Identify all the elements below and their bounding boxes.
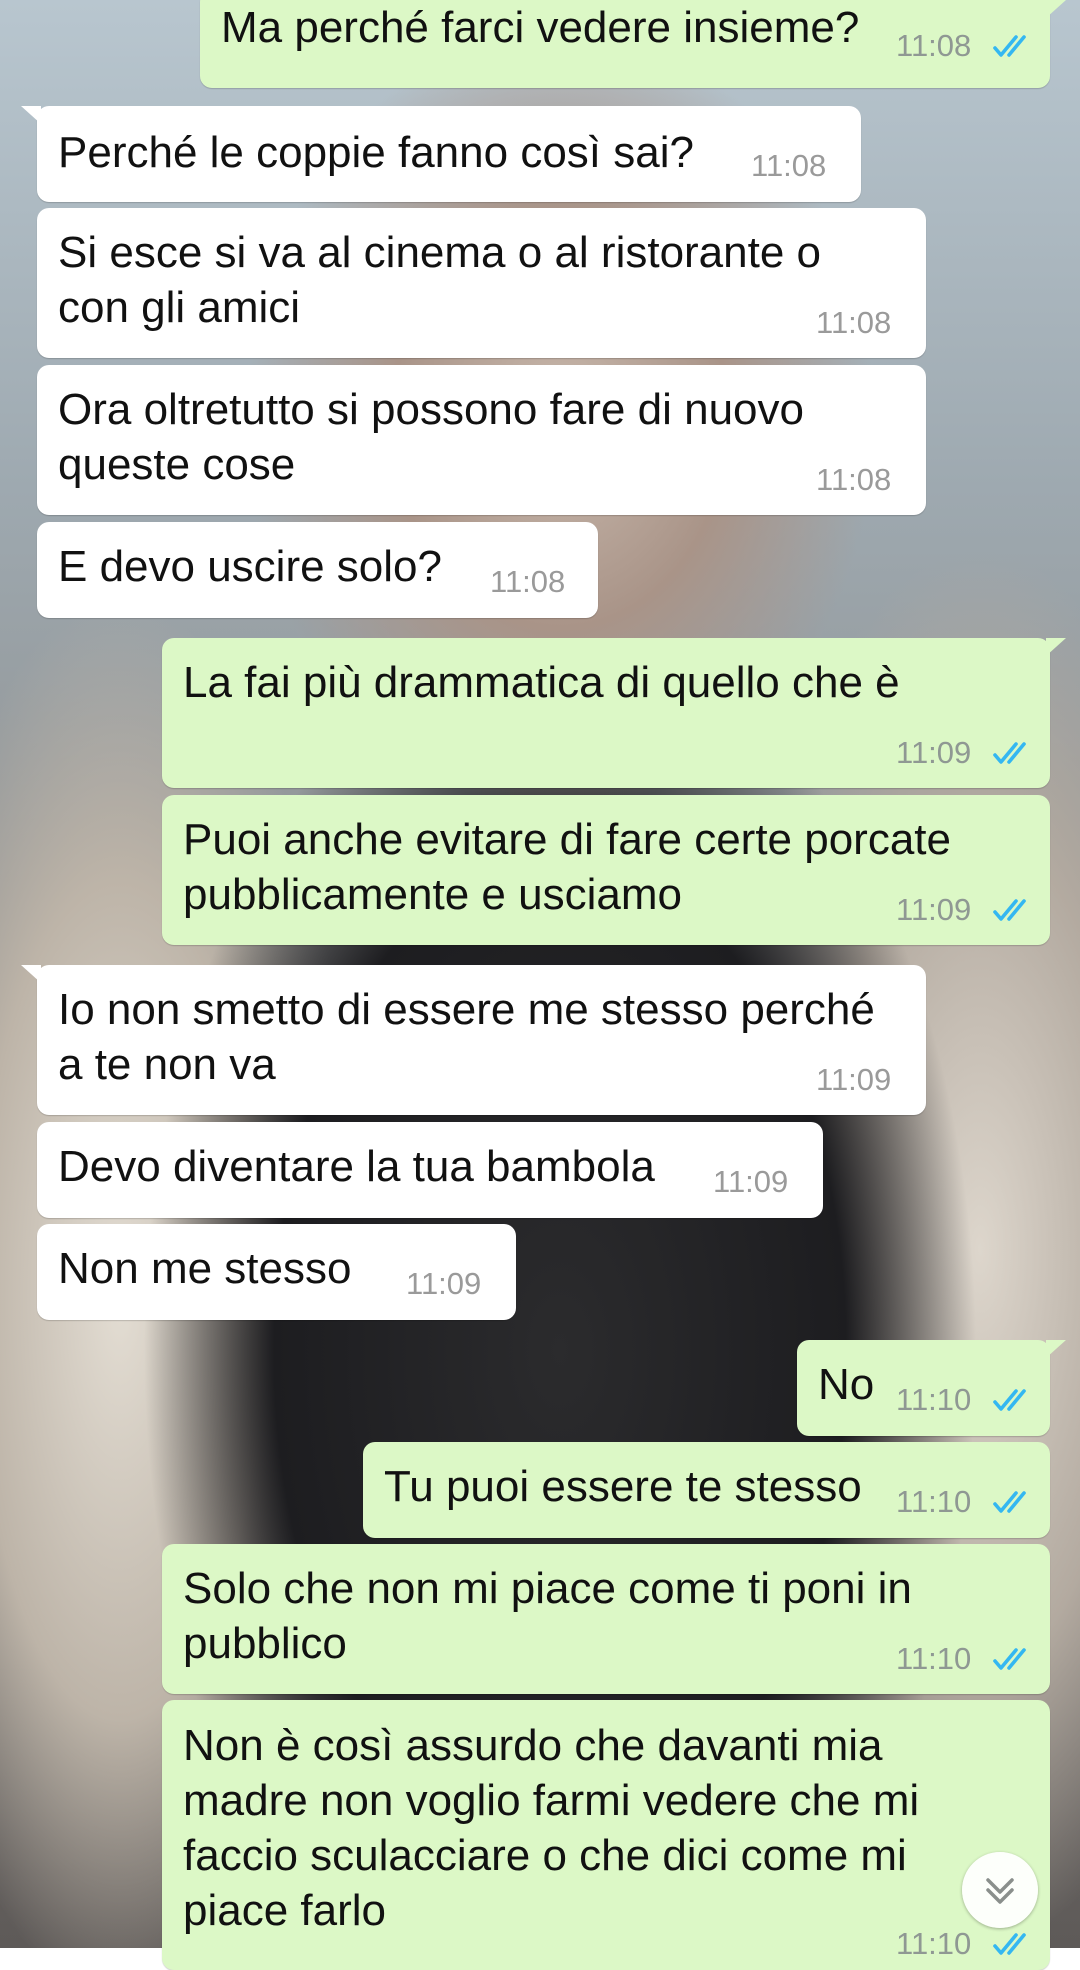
- message-time: 11:10: [896, 1641, 972, 1676]
- message-time: 11:10: [896, 1484, 972, 1519]
- double-check-icon: [993, 1933, 1026, 1955]
- bubble-tail: [1046, 0, 1066, 18]
- message-bubble-outgoing[interactable]: Ma perché farci vedere insieme? 11:08: [200, 0, 1066, 88]
- bubble-tail: [1046, 1340, 1066, 1358]
- message-bubble-incoming[interactable]: Non me stesso 11:09: [37, 1224, 516, 1320]
- message-text: E devo uscire solo?: [58, 542, 442, 591]
- message-bubble-outgoing[interactable]: No 11:10: [797, 1340, 1066, 1436]
- message-time: 11:09: [896, 735, 972, 770]
- bubble-tail: [21, 965, 41, 983]
- bubble-tail: [21, 106, 41, 124]
- message-text: Non me stesso: [58, 1244, 352, 1293]
- double-check-icon: [993, 1491, 1026, 1513]
- message-text: Puoi anche evitare di fare certe porcate…: [183, 815, 952, 919]
- message-time: 11:08: [751, 148, 827, 183]
- message-text: Ora oltretutto si possono fare di nuovo …: [58, 385, 804, 489]
- double-check-icon: [993, 1648, 1026, 1670]
- double-check-icon: [993, 1389, 1026, 1411]
- message-time: 11:08: [816, 305, 892, 340]
- message-bubble-outgoing[interactable]: Tu puoi essere te stesso 11:10: [363, 1442, 1050, 1538]
- message-time: 11:08: [490, 564, 566, 599]
- message-bubble-incoming[interactable]: Ora oltretutto si possono fare di nuovo …: [37, 365, 926, 515]
- message-time: 11:10: [896, 1926, 972, 1961]
- double-check-icon: [993, 35, 1026, 57]
- message-text: Solo che non mi piace come ti poni in pu…: [183, 1564, 912, 1668]
- message-time: 11:09: [406, 1266, 482, 1301]
- message-text: No: [818, 1360, 875, 1409]
- message-bubble-outgoing[interactable]: La fai più drammatica di quello che è 11…: [162, 638, 1066, 788]
- message-text: Non è così assurdo che davanti mia madre…: [183, 1721, 920, 1935]
- message-bubble-outgoing[interactable]: Non è così assurdo che davanti mia madre…: [162, 1700, 1050, 1970]
- message-bubble-outgoing[interactable]: Puoi anche evitare di fare certe porcate…: [162, 795, 1050, 945]
- message-bubble-incoming[interactable]: Io non smetto di essere me stesso perché…: [21, 965, 926, 1115]
- message-text: Perché le coppie fanno così sai?: [58, 128, 694, 177]
- message-text: Ma perché farci vedere insieme?: [221, 3, 860, 52]
- double-check-icon: [993, 742, 1026, 764]
- message-time: 11:09: [896, 892, 972, 927]
- double-chevron-down-icon: [986, 1878, 1014, 1904]
- message-text: La fai più drammatica di quello che è: [183, 658, 900, 707]
- message-time: 11:09: [713, 1164, 789, 1199]
- message-time: 11:10: [896, 1382, 972, 1417]
- message-list[interactable]: Ma perché farci vedere insieme? 11:08 Pe…: [0, 0, 1080, 1970]
- message-bubble-incoming[interactable]: Perché le coppie fanno così sai? 11:08: [21, 106, 861, 202]
- scroll-to-bottom-button[interactable]: [962, 1852, 1038, 1928]
- message-bubble-incoming[interactable]: Si esce si va al cinema o al ristorante …: [37, 208, 926, 358]
- message-text: Si esce si va al cinema o al ristorante …: [58, 228, 822, 332]
- message-bubble-outgoing[interactable]: Solo che non mi piace come ti poni in pu…: [162, 1544, 1050, 1694]
- message-text: Devo diventare la tua bambola: [58, 1142, 655, 1191]
- message-text: Io non smetto di essere me stesso perché…: [58, 985, 875, 1089]
- message-time: 11:09: [816, 1062, 892, 1097]
- bubble-tail: [1046, 638, 1066, 656]
- message-time: 11:08: [896, 28, 972, 63]
- message-time: 11:08: [816, 462, 892, 497]
- double-check-icon: [993, 899, 1026, 921]
- message-bubble-incoming[interactable]: Devo diventare la tua bambola 11:09: [37, 1122, 823, 1218]
- message-text: Tu puoi essere te stesso: [384, 1462, 862, 1511]
- message-bubble-incoming[interactable]: E devo uscire solo? 11:08: [37, 522, 598, 618]
